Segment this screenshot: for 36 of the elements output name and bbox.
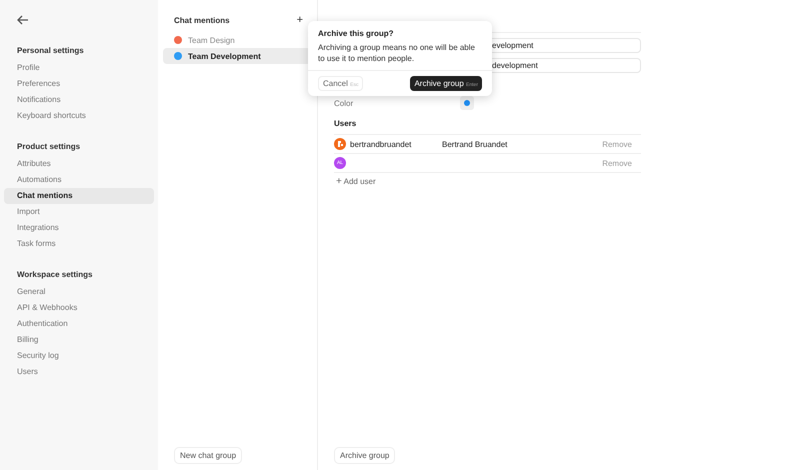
sidebar-item[interactable]: General <box>4 284 154 300</box>
sidebar-item[interactable]: Import <box>4 204 154 220</box>
section-heading: Users <box>334 119 641 135</box>
popover-title: Archive this group? <box>317 28 395 40</box>
sidebar-item[interactable]: Preferences <box>4 76 154 92</box>
group-item[interactable]: Team Design <box>163 32 311 48</box>
sidebar-item[interactable]: Notifications <box>4 92 154 108</box>
remove-button[interactable]: Remove <box>602 140 641 148</box>
new-chat-group-button[interactable]: New chat group <box>174 447 242 464</box>
archive-group-button[interactable]: Archive group <box>334 447 396 464</box>
section-heading: Personal settings <box>16 45 85 57</box>
sidebar-item[interactable]: Authentication <box>4 316 154 332</box>
sidebar-item[interactable]: API & Webhooks <box>4 300 154 316</box>
sidebar-item[interactable]: Billing <box>4 332 154 348</box>
group-item[interactable]: Team Development <box>163 48 311 64</box>
sidebar-item[interactable]: Chat mentions <box>4 188 154 204</box>
sidebar-item[interactable]: Task forms <box>4 236 154 252</box>
back-arrow-icon[interactable] <box>17 15 29 25</box>
username: bertrandbruandet <box>350 140 412 148</box>
add-user-button[interactable]: + Add user <box>334 173 376 187</box>
remove-button[interactable]: Remove <box>602 158 641 168</box>
field-label: Color <box>334 98 354 108</box>
popover-message: Archiving a group means no one will be able to use it to mention people. <box>317 42 476 65</box>
sidebar-item[interactable]: Keyboard shortcuts <box>4 108 154 124</box>
section-heading: Product settings <box>16 141 82 153</box>
full-name: Bertrand Bruandet <box>442 140 508 148</box>
sidebar-item[interactable]: Attributes <box>4 156 154 172</box>
sidebar-item[interactable]: Profile <box>4 60 154 76</box>
sidebar-item[interactable]: Security log <box>4 348 154 364</box>
add-button[interactable]: + <box>296 14 303 26</box>
column-title: Chat mentions <box>174 16 230 24</box>
sidebar-item[interactable]: Users <box>4 364 154 380</box>
color-swatch[interactable] <box>460 96 474 110</box>
sidebar-item[interactable]: Integrations <box>4 220 154 236</box>
section-heading: Workspace settings <box>16 269 94 281</box>
sidebar-item[interactable]: Automations <box>4 172 154 188</box>
